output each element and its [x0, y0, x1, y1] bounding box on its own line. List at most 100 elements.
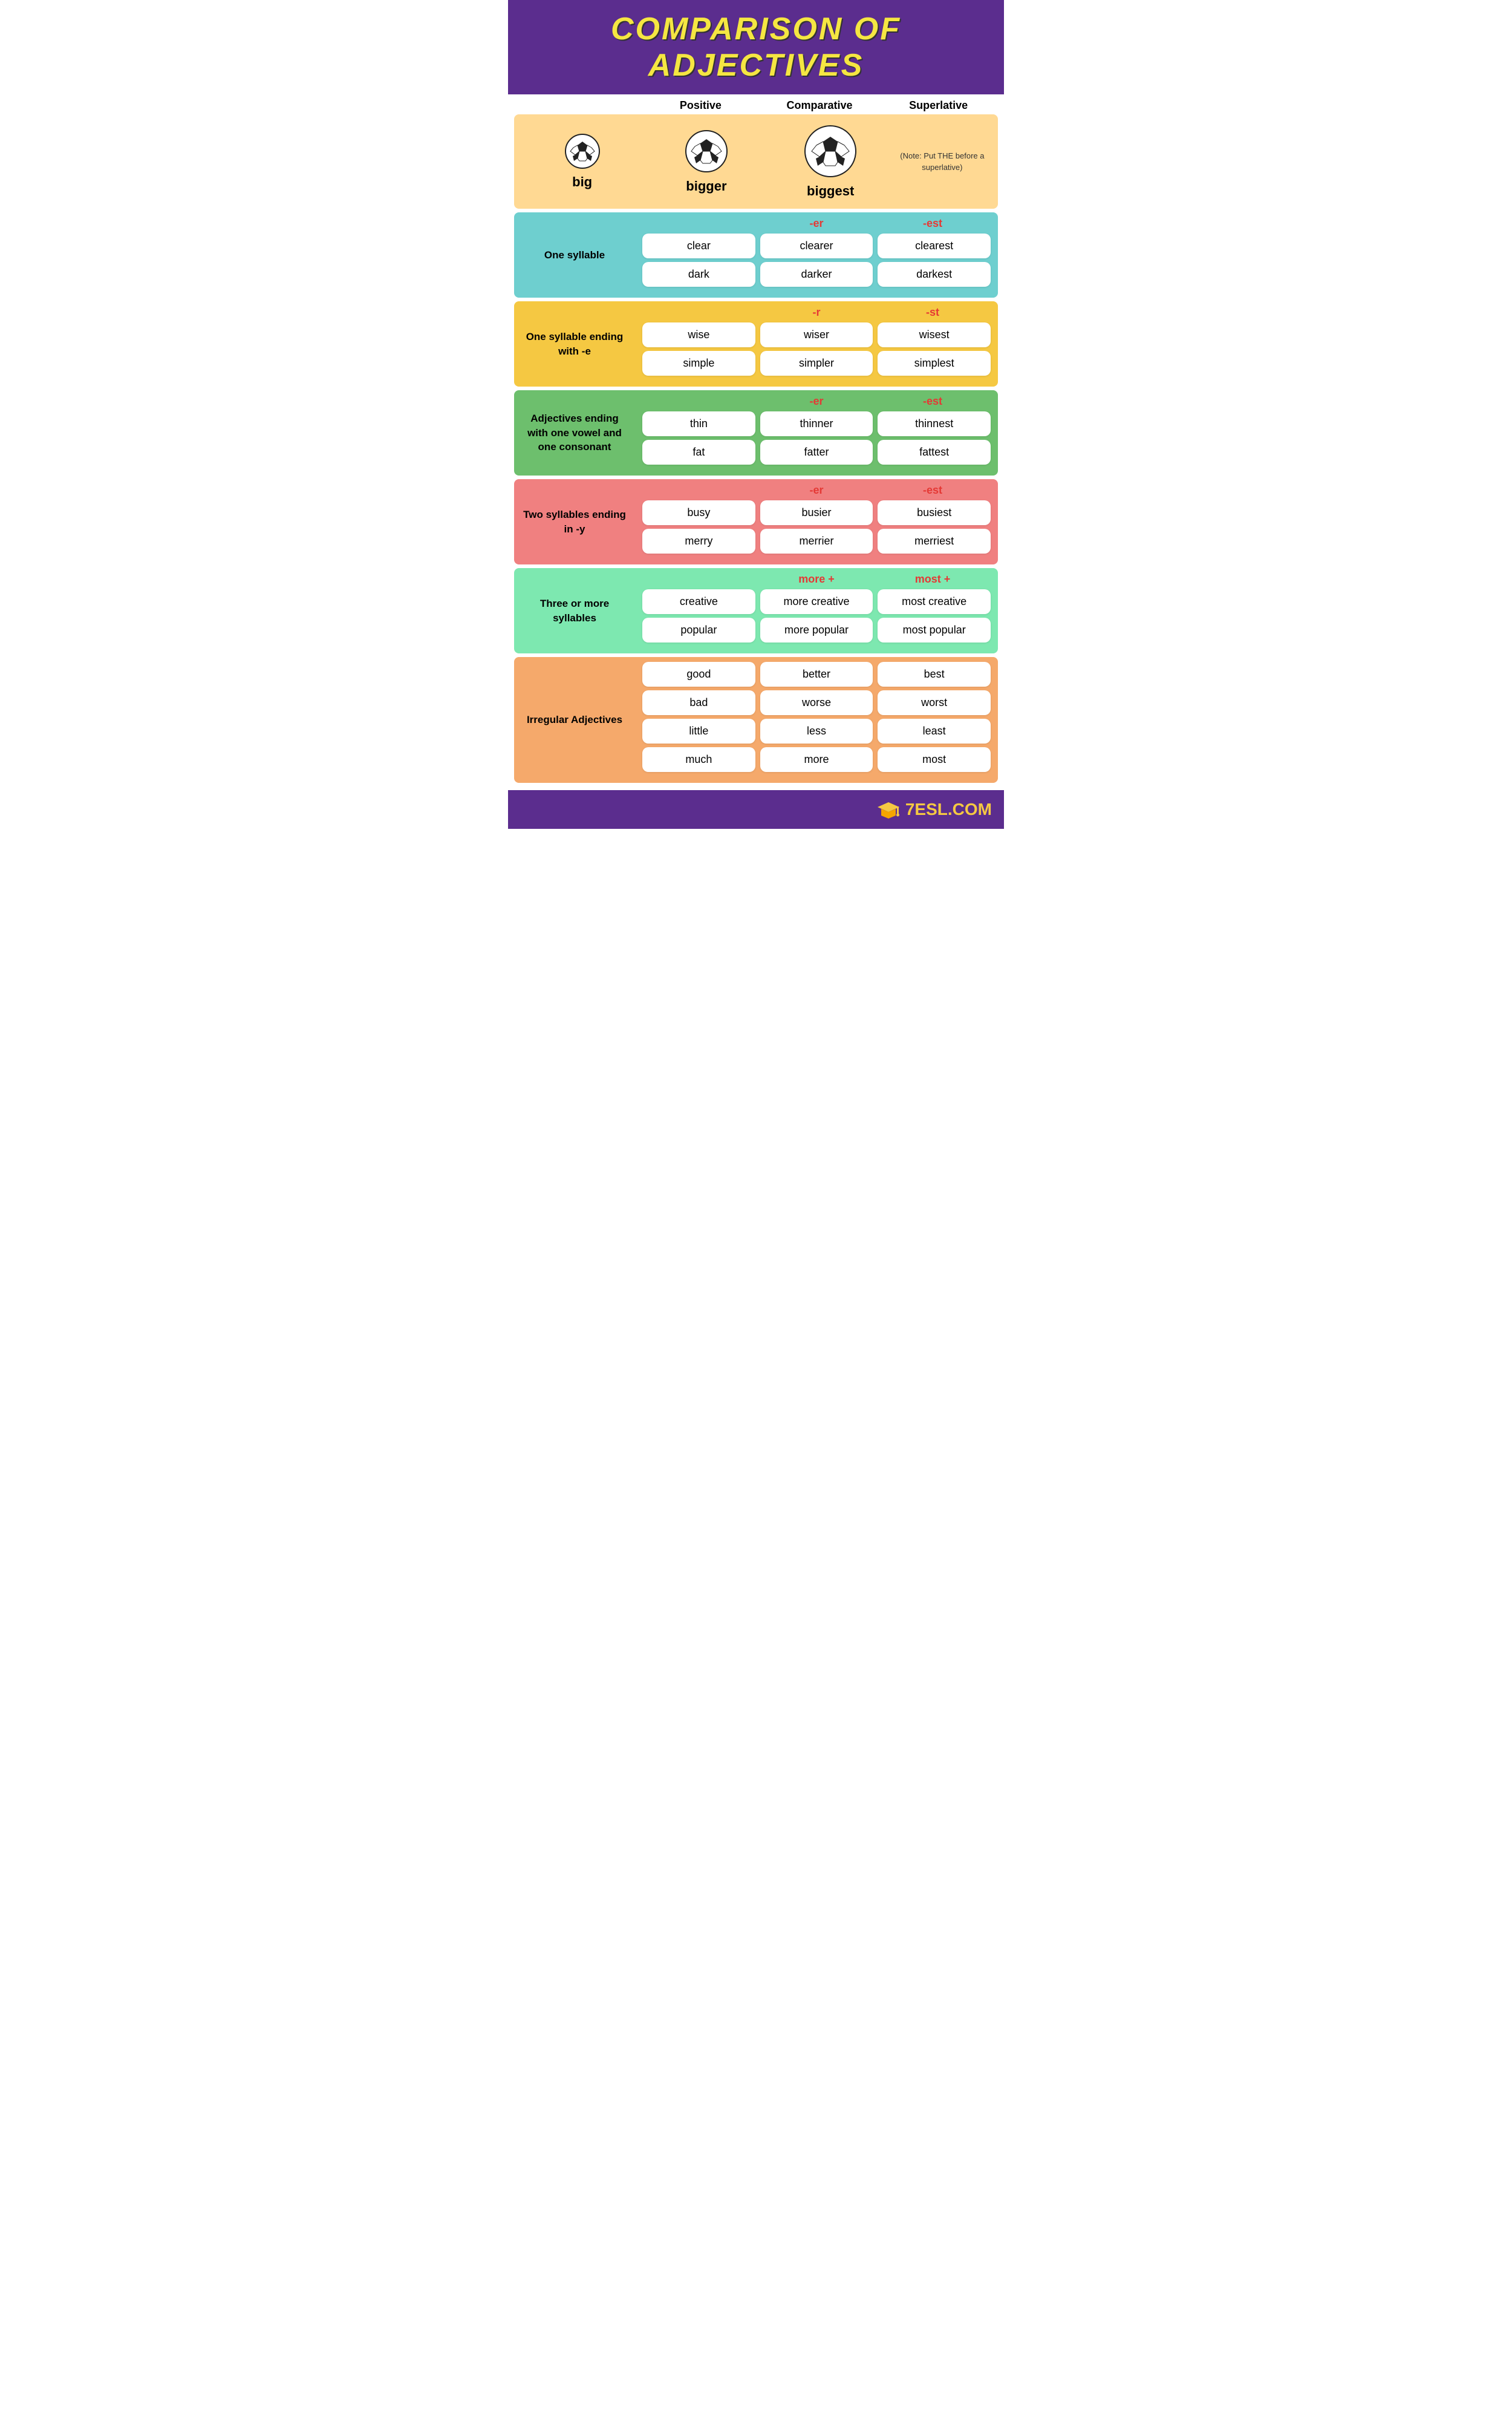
word-positive-irregular-0: good: [642, 662, 755, 687]
word-positive-irregular-2: little: [642, 719, 755, 744]
section-label-two-syllables-y: Two syllables ending in -y: [514, 479, 635, 564]
graduation-hat-icon: [878, 799, 899, 820]
word-positive-one-syllable-e-1: simple: [642, 351, 755, 376]
words-row-three-syllables-0: creativemore creativemost creative: [642, 589, 991, 614]
footer-logo: 7ESL.COM: [905, 800, 992, 819]
suffix-row-one-syllable-e: -r-st: [642, 306, 991, 319]
suffix-row-one-syllable: -er-est: [642, 217, 991, 230]
words-row-two-syllables-y-1: merrymerriermerriest: [642, 529, 991, 554]
suffix-comparative-two-syllables-y: -er: [758, 484, 875, 497]
word-superlative-irregular-1: worst: [878, 690, 991, 715]
section-vowel-consonant: Adjectives ending with one vowel and one…: [514, 390, 998, 476]
words-row-one-syllable-e-0: wisewiserwisest: [642, 322, 991, 347]
section-content-irregular: goodbetterbest badworseworst littlelesslea…: [635, 657, 998, 783]
word-superlative-one-syllable-1: darkest: [878, 262, 991, 287]
word-comparative-one-syllable-0: clearer: [760, 234, 873, 258]
suffix-superlative-vowel-consonant: -est: [875, 395, 991, 408]
words-row-three-syllables-1: popularmore popularmost popular: [642, 618, 991, 643]
words-row-irregular-3: muchmoremost: [642, 747, 991, 772]
col-header-spacer: [514, 99, 641, 112]
word-comparative-one-syllable-1: darker: [760, 262, 873, 287]
word-superlative-vowel-consonant-0: thinnest: [878, 411, 991, 436]
suffix-superlative-one-syllable: -est: [875, 217, 991, 230]
word-positive-vowel-consonant-0: thin: [642, 411, 755, 436]
words-row-vowel-consonant-1: fatfatterfattest: [642, 440, 991, 465]
footer: 7ESL.COM: [508, 790, 1004, 829]
word-superlative-vowel-consonant-1: fattest: [878, 440, 991, 465]
word-comparative-one-syllable-e-0: wiser: [760, 322, 873, 347]
word-superlative-three-syllables-0: most creative: [878, 589, 991, 614]
word-positive-one-syllable-1: dark: [642, 262, 755, 287]
section-label-vowel-consonant: Adjectives ending with one vowel and one…: [514, 390, 635, 476]
section-label-irregular: Irregular Adjectives: [514, 657, 635, 783]
section-content-one-syllable-e: -r-st wisewiserwisest simplesimplersimples…: [635, 301, 998, 387]
word-positive-one-syllable-e-0: wise: [642, 322, 755, 347]
words-row-irregular-1: badworseworst: [642, 690, 991, 715]
word-comparative-vowel-consonant-0: thinner: [760, 411, 873, 436]
words-row-one-syllable-1: darkdarkerdarkest: [642, 262, 991, 287]
section-content-one-syllable: -er-est clearclearerclearest darkdarkerdar…: [635, 212, 998, 298]
word-comparative-irregular-3: more: [760, 747, 873, 772]
suffix-comparative-three-syllables: more +: [758, 573, 875, 586]
word-positive-vowel-consonant-1: fat: [642, 440, 755, 465]
word-positive-three-syllables-1: popular: [642, 618, 755, 643]
intro-section: big bigger: [514, 114, 998, 209]
section-content-three-syllables: more +most + creativemore creativemost cr…: [635, 568, 998, 653]
suffix-row-vowel-consonant: -er-est: [642, 395, 991, 408]
intro-positive: big: [520, 133, 644, 190]
suffix-superlative-one-syllable-e: -st: [875, 306, 991, 319]
word-superlative-two-syllables-y-1: merriest: [878, 529, 991, 554]
col-header-comparative: Comparative: [760, 99, 879, 112]
words-row-two-syllables-y-0: busybusierbusiest: [642, 500, 991, 525]
section-irregular: Irregular Adjectives goodbetterbest badwor…: [514, 657, 998, 783]
suffix-row-three-syllables: more +most +: [642, 573, 991, 586]
word-superlative-three-syllables-1: most popular: [878, 618, 991, 643]
word-positive-three-syllables-0: creative: [642, 589, 755, 614]
page-header: COMPARISON OF ADJECTIVES: [508, 0, 1004, 94]
intro-comparative: bigger: [644, 129, 768, 194]
word-comparative-irregular-0: better: [760, 662, 873, 687]
section-one-syllable-e: One syllable ending with -e-r-stwisewise…: [514, 301, 998, 387]
col-header-positive: Positive: [641, 99, 760, 112]
word-superlative-two-syllables-y-0: busiest: [878, 500, 991, 525]
words-row-irregular-2: littlelessleast: [642, 719, 991, 744]
suffix-comparative-vowel-consonant: -er: [758, 395, 875, 408]
word-comparative-three-syllables-1: more popular: [760, 618, 873, 643]
word-comparative-two-syllables-y-0: busier: [760, 500, 873, 525]
word-superlative-one-syllable-e-0: wisest: [878, 322, 991, 347]
col-header-superlative: Superlative: [879, 99, 998, 112]
intro-comparative-word: bigger: [686, 178, 726, 194]
intro-positive-word: big: [572, 174, 592, 190]
column-headers: Positive Comparative Superlative: [508, 94, 1004, 114]
section-content-vowel-consonant: -er-est thinthinnerthinnest fatfatterfatte…: [635, 390, 998, 476]
word-superlative-irregular-0: best: [878, 662, 991, 687]
word-comparative-vowel-consonant-1: fatter: [760, 440, 873, 465]
word-comparative-one-syllable-e-1: simpler: [760, 351, 873, 376]
suffix-comparative-one-syllable: -er: [758, 217, 875, 230]
word-superlative-one-syllable-0: clearest: [878, 234, 991, 258]
word-positive-two-syllables-y-1: merry: [642, 529, 755, 554]
page-title: COMPARISON OF ADJECTIVES: [514, 11, 998, 83]
word-positive-two-syllables-y-0: busy: [642, 500, 755, 525]
word-comparative-two-syllables-y-1: merrier: [760, 529, 873, 554]
word-comparative-irregular-1: worse: [760, 690, 873, 715]
section-label-one-syllable: One syllable: [514, 212, 635, 298]
word-comparative-irregular-2: less: [760, 719, 873, 744]
suffix-superlative-three-syllables: most +: [875, 573, 991, 586]
suffix-comparative-one-syllable-e: -r: [758, 306, 875, 319]
suffix-superlative-two-syllables-y: -est: [875, 484, 991, 497]
section-three-syllables: Three or more syllables more +most + creat…: [514, 568, 998, 653]
word-superlative-irregular-3: most: [878, 747, 991, 772]
sections-container: One syllable-er-estclearclearerclearestd…: [508, 212, 1004, 790]
word-superlative-one-syllable-e-1: simplest: [878, 351, 991, 376]
word-comparative-three-syllables-0: more creative: [760, 589, 873, 614]
intro-superlative: biggest: [769, 124, 893, 199]
football-medium-icon: [684, 129, 729, 174]
word-positive-irregular-3: much: [642, 747, 755, 772]
football-small-icon: [564, 133, 601, 169]
words-row-vowel-consonant-0: thinthinnerthinnest: [642, 411, 991, 436]
football-large-icon: [803, 124, 858, 178]
footer-logo-text: 7ESL.COM: [905, 800, 992, 819]
words-row-one-syllable-0: clearclearerclearest: [642, 234, 991, 258]
section-label-three-syllables: Three or more syllables: [514, 568, 635, 653]
